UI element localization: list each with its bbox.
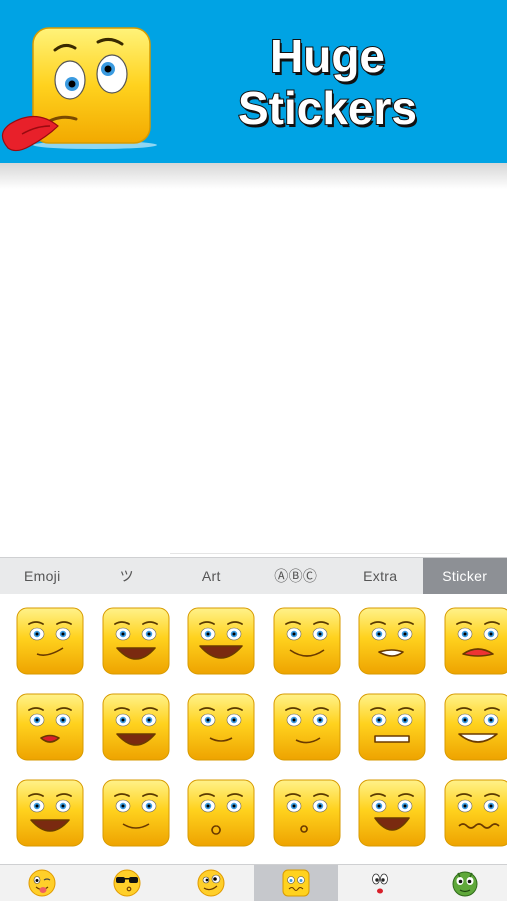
category-cartoon-faces[interactable] bbox=[338, 865, 423, 901]
tongue-face-icon[interactable] bbox=[443, 606, 507, 676]
square-sticker-icon bbox=[281, 868, 311, 898]
wavy-mouth-face-icon[interactable] bbox=[443, 778, 507, 848]
tab-art[interactable]: Art bbox=[169, 558, 254, 594]
cartoon-face-icon bbox=[365, 868, 395, 898]
app-title: Huge Stickers bbox=[220, 30, 435, 134]
big-grin-face-icon[interactable] bbox=[186, 606, 256, 676]
category-sunglasses[interactable] bbox=[85, 865, 170, 901]
category-aliens[interactable] bbox=[423, 865, 507, 901]
keyboard-divider bbox=[170, 553, 460, 554]
sticker-grid bbox=[0, 594, 507, 862]
tongue-out-square-face-icon bbox=[0, 22, 170, 152]
grimace-face-icon[interactable] bbox=[357, 606, 427, 676]
keyboard-tab-bar: Emoji ツ Art ⒶⒷⒸ Extra Sticker bbox=[0, 557, 507, 595]
sunglasses-kiss-emoji-icon bbox=[112, 868, 142, 898]
goofy-grin-face-icon[interactable] bbox=[357, 778, 427, 848]
tab-smiley-text[interactable]: ツ bbox=[85, 558, 170, 594]
alien-face-icon bbox=[450, 868, 480, 898]
tab-emoji[interactable]: Emoji bbox=[0, 558, 85, 594]
crazy-face-emoji-icon bbox=[196, 868, 226, 898]
category-square-stickers[interactable] bbox=[254, 865, 339, 901]
wink-smirk-face-icon[interactable] bbox=[15, 606, 85, 676]
teeth-clench-face-icon[interactable] bbox=[357, 692, 427, 762]
smile-face-icon[interactable] bbox=[101, 778, 171, 848]
whistle-face-icon[interactable] bbox=[272, 778, 342, 848]
grin-face-icon[interactable] bbox=[101, 606, 171, 676]
relieved-face-icon[interactable] bbox=[186, 692, 256, 762]
banner-shadow bbox=[0, 163, 507, 189]
wink-laugh-face-icon[interactable] bbox=[15, 778, 85, 848]
tongue-wink-emoji-icon bbox=[27, 868, 57, 898]
tab-sticker[interactable]: Sticker bbox=[423, 558, 507, 594]
category-bar bbox=[0, 864, 507, 901]
title-line-2: Stickers bbox=[220, 82, 435, 134]
red-lips-face-icon[interactable] bbox=[15, 692, 85, 762]
text-area[interactable] bbox=[0, 189, 507, 557]
title-line-1: Huge bbox=[220, 30, 435, 82]
content-closed-eyes-face-icon[interactable] bbox=[272, 606, 342, 676]
header-banner: Huge Stickers bbox=[0, 0, 507, 163]
category-tongue-wink[interactable] bbox=[0, 865, 85, 901]
category-crazy-face[interactable] bbox=[169, 865, 254, 901]
kiss-blush-face-icon[interactable] bbox=[186, 778, 256, 848]
smiling-teeth-face-icon[interactable] bbox=[443, 692, 507, 762]
blushing-wink-face-icon[interactable] bbox=[272, 692, 342, 762]
tab-fancy-letters[interactable]: ⒶⒷⒸ bbox=[254, 558, 339, 594]
laughing-face-icon[interactable] bbox=[101, 692, 171, 762]
tab-extra[interactable]: Extra bbox=[338, 558, 423, 594]
